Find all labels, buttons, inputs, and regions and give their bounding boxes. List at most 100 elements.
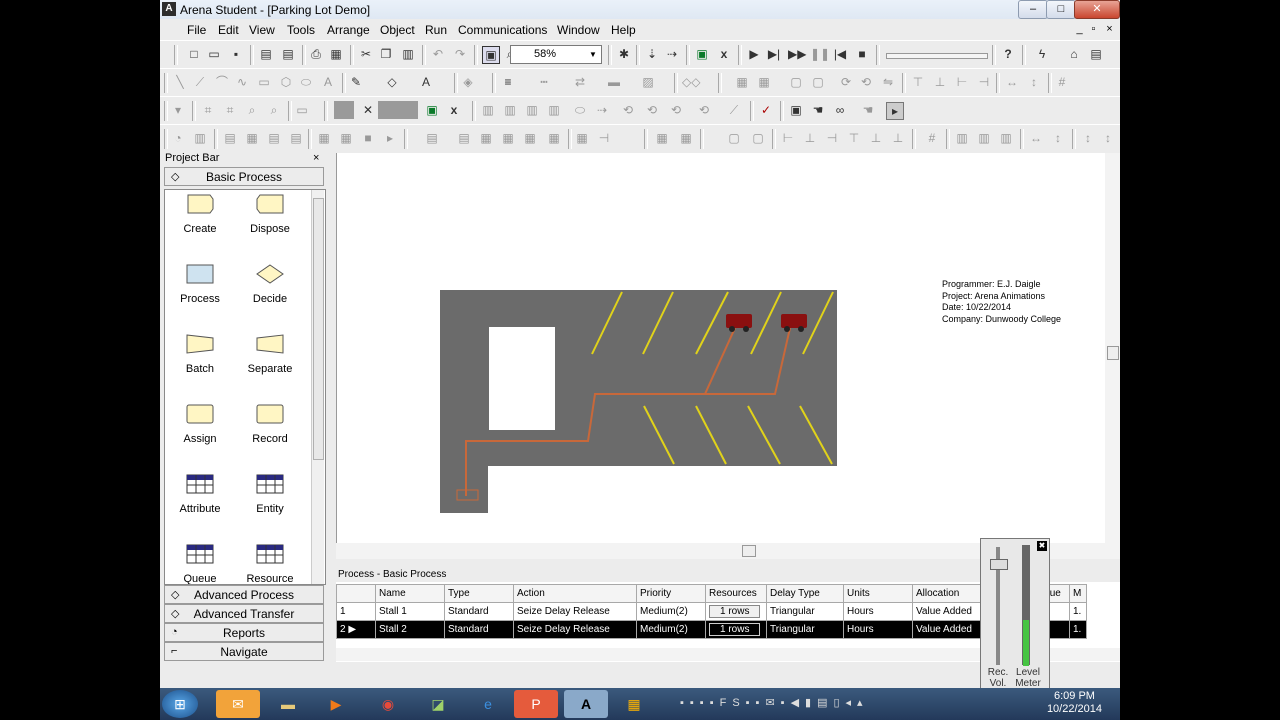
- menu-window[interactable]: Window: [557, 23, 600, 37]
- group-icon[interactable]: ▢: [788, 74, 804, 90]
- cell-priority[interactable]: Medium(2): [636, 620, 706, 639]
- menu-communications[interactable]: Communications: [458, 23, 547, 37]
- arc-tool-icon[interactable]: ⌒: [214, 74, 230, 90]
- clock-icon[interactable]: ▭: [294, 102, 310, 118]
- line-style-icon[interactable]: ┅: [536, 74, 552, 90]
- cell-delay-type[interactable]: Triangular: [766, 602, 844, 621]
- col-header[interactable]: Name: [375, 584, 445, 603]
- variable-anim-icon[interactable]: ▥: [524, 102, 540, 118]
- arrow-style-icon[interactable]: ⇄: [572, 74, 588, 90]
- redo-icon[interactable]: ↷: [452, 46, 468, 62]
- align-left-icon[interactable]: ⊢: [954, 74, 970, 90]
- polyline-tool-icon[interactable]: ⟋: [192, 74, 208, 90]
- notes-icon[interactable]: ◪: [416, 690, 460, 718]
- link-icon[interactable]: ⬭: [572, 102, 588, 118]
- panel-advanced-transfer[interactable]: ◇ Advanced Transfer: [164, 604, 324, 623]
- fast-forward-icon[interactable]: ▶▶: [788, 46, 806, 62]
- canvas-vertical-scrollbar[interactable]: [1105, 153, 1120, 543]
- cut-icon[interactable]: ✂: [358, 46, 374, 62]
- menu-view[interactable]: View: [249, 23, 275, 37]
- rec-vol-slider[interactable]: [990, 559, 1008, 570]
- arrange-left-icon[interactable]: ▢: [726, 130, 742, 146]
- col-header[interactable]: Type: [444, 584, 514, 603]
- align-top-icon[interactable]: ⊤: [910, 74, 926, 90]
- plot-icon[interactable]: ▤: [222, 130, 238, 146]
- s4-icon[interactable]: ▥: [998, 130, 1014, 146]
- station-icon[interactable]: ⟲: [644, 102, 660, 118]
- pan-icon[interactable]: ☚: [860, 102, 876, 118]
- doc2-icon[interactable]: ▦: [500, 130, 516, 146]
- line-swatch[interactable]: [378, 101, 418, 119]
- flip-icon[interactable]: ◇◇: [682, 74, 700, 90]
- module-batch[interactable]: Batch: [165, 334, 235, 375]
- internet-explorer-icon[interactable]: e: [466, 690, 510, 718]
- grid-settings-icon[interactable]: ▦: [678, 130, 694, 146]
- menu-tools[interactable]: Tools: [287, 23, 315, 37]
- system-tray-icons[interactable]: ▪▪▪▪FS▪▪✉▪◀▮▤▯◂▴: [680, 696, 970, 712]
- col-header[interactable]: Delay Type: [766, 584, 844, 603]
- sms-icon[interactable]: ▤: [1088, 46, 1104, 62]
- chrome-icon[interactable]: ◉: [366, 690, 410, 718]
- display-icon[interactable]: ▣: [694, 46, 710, 62]
- s6-icon[interactable]: ↕: [1050, 130, 1066, 146]
- a2-icon[interactable]: ⊥: [802, 130, 818, 146]
- s8-icon[interactable]: ↕: [1100, 130, 1116, 146]
- cell-m[interactable]: 1.: [1069, 620, 1087, 639]
- menu-arrange[interactable]: Arrange: [327, 23, 370, 37]
- zoom-in-icon[interactable]: ⌗: [200, 102, 216, 118]
- transparent-icon[interactable]: ✕: [360, 102, 376, 118]
- row-number[interactable]: 1: [336, 602, 376, 621]
- close-button[interactable]: ✕: [1074, 0, 1120, 19]
- fill-color-icon[interactable]: ◇: [384, 74, 400, 90]
- mdi-restore-button[interactable]: ▫: [1086, 23, 1101, 36]
- col-header[interactable]: Units: [843, 584, 913, 603]
- menu-run[interactable]: Run: [425, 23, 447, 37]
- queue-anim-icon[interactable]: ▥: [480, 102, 496, 118]
- picture-icon[interactable]: ▦: [338, 130, 354, 146]
- cell-type[interactable]: Standard: [444, 620, 514, 639]
- start-button-icon[interactable]: ⊞: [162, 690, 198, 718]
- lightning-icon[interactable]: ϟ: [1034, 46, 1050, 62]
- office-apps-icon[interactable]: ▦: [612, 690, 656, 718]
- cell-resources[interactable]: 1 rows: [705, 602, 767, 621]
- line-color-icon[interactable]: ✎: [348, 74, 364, 90]
- cell-units[interactable]: Hours: [843, 602, 913, 621]
- grid-icon[interactable]: #: [1054, 74, 1070, 90]
- menu-help[interactable]: Help: [611, 23, 636, 37]
- zoom-select[interactable]: 58% ▼: [510, 45, 602, 64]
- fill-swatch[interactable]: [334, 101, 354, 119]
- media-player-icon[interactable]: ▶: [314, 690, 358, 718]
- powerpoint-icon[interactable]: P: [514, 690, 558, 718]
- level-icon[interactable]: ▦: [244, 130, 260, 146]
- col-header[interactable]: Action: [513, 584, 637, 603]
- cell-name[interactable]: Stall 1: [375, 602, 445, 621]
- cell-action[interactable]: Seize Delay Release: [513, 620, 637, 639]
- zoom-out-icon[interactable]: ⌗: [222, 102, 238, 118]
- formula-icon[interactable]: x: [446, 102, 462, 118]
- panel-advanced-process[interactable]: ◇ Advanced Process: [164, 585, 324, 604]
- col-header[interactable]: M: [1069, 584, 1087, 603]
- scroll-thumb[interactable]: [1107, 346, 1119, 360]
- print-preview-icon[interactable]: ▦: [328, 46, 344, 62]
- module-create[interactable]: Create: [165, 194, 235, 235]
- template-attach-icon[interactable]: ▤: [258, 46, 274, 62]
- line-pattern-icon[interactable]: ▬: [606, 74, 622, 90]
- module-process[interactable]: Process: [165, 264, 235, 305]
- a1-icon[interactable]: ⊢: [780, 130, 796, 146]
- template-detach-icon[interactable]: ▤: [280, 46, 296, 62]
- module-entity[interactable]: Entity: [235, 474, 305, 515]
- module-assign[interactable]: Assign: [165, 404, 235, 445]
- links-icon[interactable]: ▦: [574, 130, 590, 146]
- end-icon[interactable]: ■: [854, 46, 870, 62]
- watch-icon[interactable]: ∞: [832, 102, 848, 118]
- cell-name[interactable]: Stall 2: [375, 620, 445, 639]
- cell-m[interactable]: 1.: [1069, 602, 1087, 621]
- segment-icon[interactable]: ⟲: [668, 102, 684, 118]
- zoom-box-icon[interactable]: ⌕: [244, 102, 260, 118]
- save-icon[interactable]: ▪: [228, 46, 244, 62]
- col-header[interactable]: Priority: [636, 584, 706, 603]
- clock-anim-icon[interactable]: ◔: [170, 130, 186, 146]
- row-number[interactable]: 2 ▶: [336, 620, 376, 639]
- arrange-right-icon[interactable]: ▢: [750, 130, 766, 146]
- module-decide[interactable]: Decide: [235, 264, 305, 305]
